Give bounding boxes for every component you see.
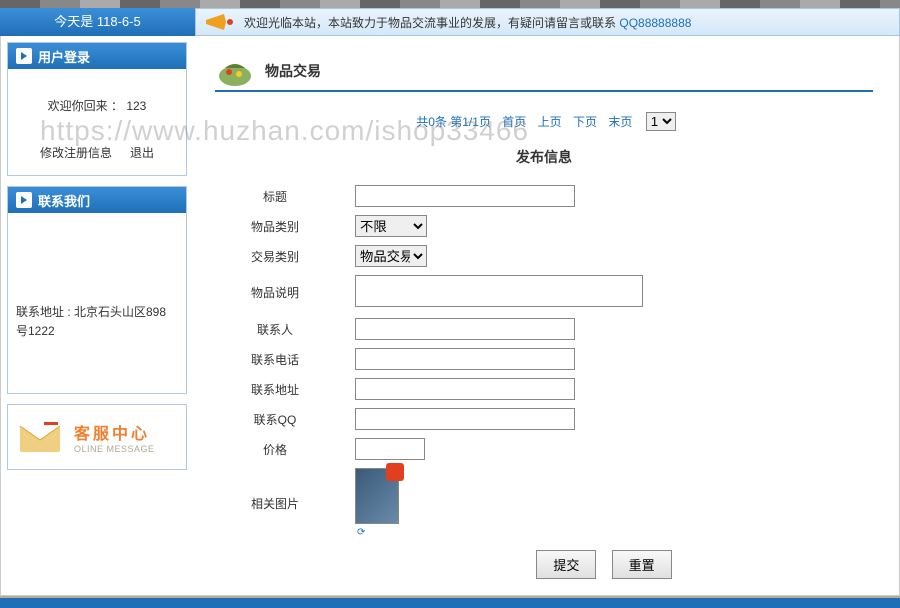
service-subtitle: OLINE MESSAGE: [74, 444, 155, 454]
label-item-type: 物品类别: [215, 218, 355, 235]
page-next[interactable]: 下页: [573, 115, 597, 129]
pagination: 共0条 第1/1页 首页 上页 下页 末页 1: [215, 112, 873, 131]
label-price: 价格: [215, 441, 355, 458]
submit-button[interactable]: 提交: [536, 550, 596, 579]
textarea-desc[interactable]: [355, 275, 643, 307]
basket-icon: [215, 54, 255, 88]
section-title: 物品交易: [265, 61, 321, 81]
page-first[interactable]: 首页: [502, 115, 526, 129]
label-image: 相关图片: [215, 495, 355, 512]
sidebar: 用户登录 欢迎你回来 ： 123 修改注册信息 退出: [7, 42, 187, 589]
image-refresh-link[interactable]: ⟳: [357, 527, 365, 538]
login-box: 用户登录 欢迎你回来 ： 123 修改注册信息 退出: [7, 42, 187, 176]
label-contact-name: 联系人: [215, 321, 355, 338]
announce-message: 欢迎光临本站，本站致力于物品交流事业的发展，有疑问请留言或联系: [244, 16, 616, 30]
service-title: 客服中心: [74, 420, 155, 444]
contact-header: 联系我们: [8, 187, 186, 213]
input-contact-qq[interactable]: [355, 408, 575, 430]
edit-profile-link[interactable]: 修改注册信息: [40, 144, 112, 161]
announce-bar: 欢迎光临本站，本站致力于物品交流事业的发展，有疑问请留言或联系 QQ888888…: [195, 8, 900, 36]
megaphone-icon: [204, 12, 236, 32]
welcome-text: 欢迎你回来 ： 123: [16, 97, 178, 114]
input-price[interactable]: [355, 438, 425, 460]
input-contact-phone[interactable]: [355, 348, 575, 370]
input-contact-addr[interactable]: [355, 378, 575, 400]
envelope-icon: [16, 418, 64, 456]
pagination-info: 共0条 第1/1页: [416, 115, 491, 129]
image-thumbnail[interactable]: [355, 468, 399, 524]
section-header: 物品交易: [215, 52, 873, 92]
arrow-right-icon: [16, 48, 32, 64]
footer-bar: [0, 598, 900, 608]
label-desc: 物品说明: [215, 284, 355, 301]
content-area: 物品交易 共0条 第1/1页 首页 上页 下页 末页 1 发布信息 标题: [195, 42, 893, 589]
service-center-box[interactable]: 客服中心 OLINE MESSAGE: [7, 404, 187, 470]
page-prev[interactable]: 上页: [538, 115, 562, 129]
arrow-right-icon: [16, 192, 32, 208]
announce-text: 欢迎光临本站，本站致力于物品交流事业的发展，有疑问请留言或联系 QQ888888…: [244, 14, 691, 31]
input-title[interactable]: [355, 185, 575, 207]
login-header-text: 用户登录: [38, 47, 90, 66]
contact-header-text: 联系我们: [38, 191, 90, 210]
input-contact-name[interactable]: [355, 318, 575, 340]
date-display: 今天是 118-6-5: [0, 8, 195, 36]
banner-decoration: [0, 0, 900, 8]
publish-form: 标题 物品类别 不限 交易类别 物品交易 物品说明 联系人: [215, 185, 873, 579]
label-contact-qq: 联系QQ: [215, 411, 355, 428]
thumb-badge-icon: [386, 463, 404, 481]
top-bar: 今天是 118-6-5 欢迎光临本站，本站致力于物品交流事业的发展，有疑问请留言…: [0, 8, 900, 36]
label-trans-type: 交易类别: [215, 248, 355, 265]
reset-button[interactable]: 重置: [612, 550, 672, 579]
page-last[interactable]: 末页: [608, 115, 632, 129]
announce-qq: QQ88888888: [619, 16, 691, 30]
publish-heading: 发布信息: [215, 147, 873, 167]
select-item-type[interactable]: 不限: [355, 215, 427, 237]
select-trans-type[interactable]: 物品交易: [355, 245, 427, 267]
login-header: 用户登录: [8, 43, 186, 69]
welcome-prefix: 欢迎你回来 ：: [48, 99, 123, 113]
contact-address: 联系地址 : 北京石头山区898号1222: [16, 303, 178, 341]
label-title: 标题: [215, 188, 355, 205]
page-select[interactable]: 1: [646, 112, 676, 131]
welcome-username: 123: [126, 99, 146, 113]
label-contact-addr: 联系地址: [215, 381, 355, 398]
label-contact-phone: 联系电话: [215, 351, 355, 368]
contact-box: 联系我们 联系地址 : 北京石头山区898号1222: [7, 186, 187, 394]
logout-link[interactable]: 退出: [130, 144, 154, 161]
